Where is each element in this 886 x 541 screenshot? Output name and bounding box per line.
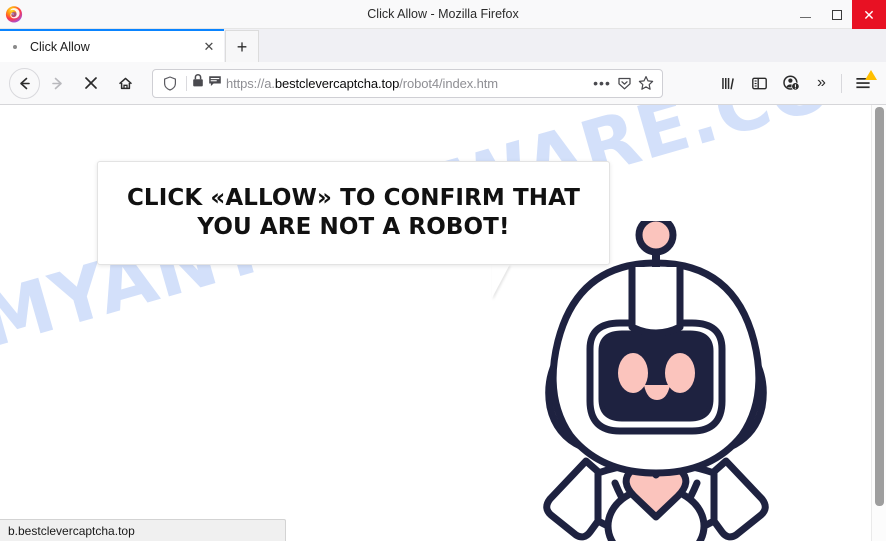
page-content: MYANTISPYWARE.COM CLICK «ALLOW» TO CONFI… bbox=[0, 105, 886, 541]
update-warning-badge-icon bbox=[865, 70, 877, 80]
url-path: /robot4/index.htm bbox=[399, 75, 498, 91]
firefox-logo-icon bbox=[5, 5, 23, 23]
bookmark-star-icon[interactable] bbox=[635, 71, 657, 95]
tab-strip: Click Allow ✕ + bbox=[0, 29, 886, 62]
window-title: Click Allow - Mozilla Firefox bbox=[367, 6, 519, 21]
notification-permission-icon[interactable] bbox=[208, 74, 222, 93]
site-identity-group[interactable] bbox=[192, 73, 222, 93]
scrollbar-thumb[interactable] bbox=[875, 107, 884, 506]
tracking-protection-shield-icon[interactable] bbox=[159, 71, 181, 95]
tab-click-allow[interactable]: Click Allow ✕ bbox=[0, 29, 224, 62]
tab-strip-empty-area bbox=[259, 29, 886, 62]
forward-arrow-icon bbox=[51, 77, 62, 89]
window-controls: ✕ bbox=[790, 0, 886, 29]
urlbar-separator bbox=[186, 75, 187, 91]
maximize-icon bbox=[831, 9, 842, 20]
close-window-button[interactable]: ✕ bbox=[852, 0, 886, 29]
page-actions-button[interactable]: ••• bbox=[591, 71, 613, 95]
robot-mascot-illustration bbox=[520, 221, 820, 541]
hamburger-menu-icon[interactable] bbox=[846, 68, 880, 98]
status-bar: b.bestclevercaptcha.top bbox=[0, 519, 286, 541]
browser-window: Click Allow - Mozilla Firefox ✕ Click Al… bbox=[0, 0, 886, 541]
back-button[interactable] bbox=[9, 67, 40, 99]
sidebar-icon[interactable] bbox=[744, 68, 775, 98]
library-icon[interactable] bbox=[713, 68, 744, 98]
maximize-button[interactable] bbox=[821, 0, 852, 29]
tab-close-icon[interactable]: ✕ bbox=[200, 38, 218, 56]
new-tab-button[interactable]: + bbox=[225, 30, 259, 62]
status-link-target: b.bestclevercaptcha.top bbox=[8, 523, 135, 538]
url-host: bestclevercaptcha.top bbox=[274, 75, 400, 91]
tab-favicon-icon bbox=[8, 40, 22, 54]
back-arrow-icon bbox=[20, 77, 30, 89]
minimize-button[interactable] bbox=[790, 0, 821, 29]
reader-mode-icon[interactable] bbox=[613, 71, 635, 95]
close-icon: ✕ bbox=[863, 6, 875, 23]
speech-bubble-tail bbox=[492, 264, 510, 298]
home-button[interactable] bbox=[108, 68, 142, 98]
navigation-toolbar: https://a.bestclevercaptcha.top/robot4/i… bbox=[0, 62, 886, 105]
stop-x-icon bbox=[85, 77, 97, 89]
padlock-icon[interactable] bbox=[192, 73, 204, 93]
url-text[interactable]: https://a.bestclevercaptcha.top/robot4/i… bbox=[226, 69, 591, 98]
address-bar[interactable]: https://a.bestclevercaptcha.top/robot4/i… bbox=[152, 68, 663, 98]
account-warning-icon[interactable] bbox=[775, 68, 806, 98]
stop-loading-button[interactable] bbox=[74, 68, 108, 98]
title-bar: Click Allow - Mozilla Firefox ✕ bbox=[0, 0, 886, 29]
forward-button bbox=[40, 68, 74, 98]
toolbar-separator bbox=[841, 73, 842, 93]
tab-title: Click Allow bbox=[30, 39, 90, 54]
overflow-menu-button[interactable]: » bbox=[806, 68, 837, 98]
page-vertical-scrollbar[interactable] bbox=[871, 105, 886, 541]
minimize-icon bbox=[800, 17, 811, 18]
toolbar-right-group: » bbox=[713, 68, 880, 98]
url-scheme: https://a. bbox=[226, 75, 275, 91]
home-icon bbox=[118, 77, 132, 89]
